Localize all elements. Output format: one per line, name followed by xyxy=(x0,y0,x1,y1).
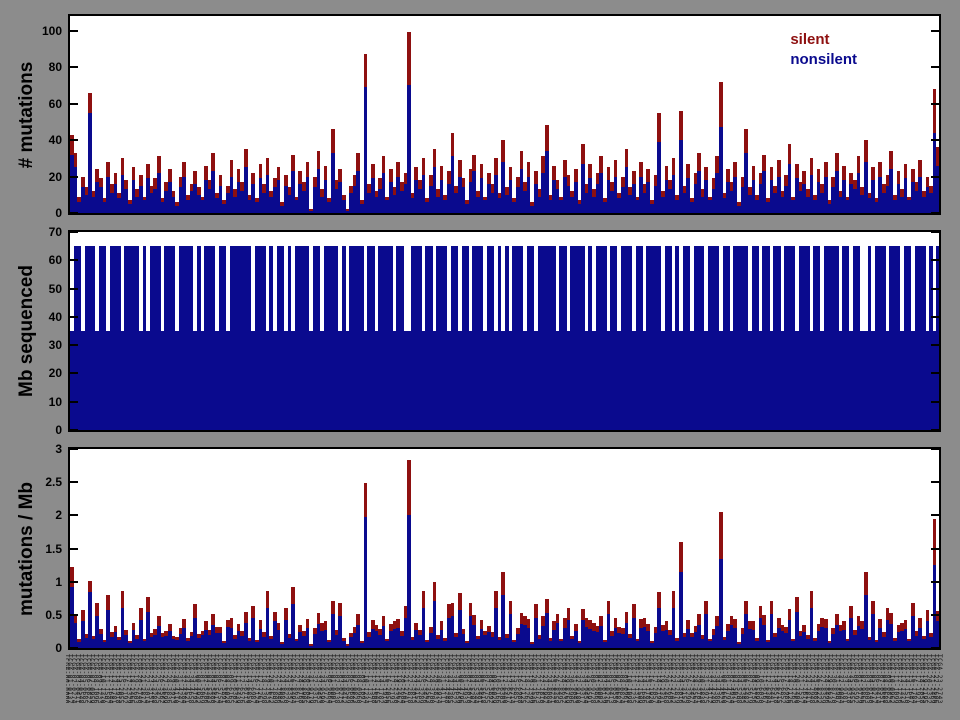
tick-mark xyxy=(931,581,939,583)
y-axis-label-mb-sequenced: Mb sequenced xyxy=(16,265,38,397)
tick-mark xyxy=(70,481,78,483)
tick-mark xyxy=(70,231,78,233)
tick-mark xyxy=(70,401,78,403)
segment-silent xyxy=(936,611,939,621)
tick-mark xyxy=(931,401,939,403)
bars-mb-sequenced xyxy=(70,232,939,430)
tick-mark xyxy=(70,259,78,261)
tick-label: 70 xyxy=(49,225,62,239)
segment-nonsilent xyxy=(936,166,939,213)
tick-label: 2 xyxy=(55,508,62,522)
panel-mb-sequenced: 010203040506070 xyxy=(68,230,941,432)
tick-label: 20 xyxy=(49,170,62,184)
tick-mark xyxy=(931,176,939,178)
tick-mark xyxy=(70,448,78,450)
tick-label: 60 xyxy=(49,253,62,267)
tick-mark xyxy=(70,581,78,583)
tick-label: 2.5 xyxy=(45,475,62,489)
tick-label: 100 xyxy=(42,24,62,38)
bars-mutation-rate xyxy=(70,449,939,648)
tick-label: 1 xyxy=(55,575,62,589)
tick-mark xyxy=(70,647,78,649)
x-axis-sample-labels: TCGA-00-0000TCGA-01-0137TCGA-02-0274TCGA… xyxy=(66,653,943,720)
tick-label: 3 xyxy=(55,442,62,456)
panel-mutation-rate: 00.511.522.53 xyxy=(68,447,941,650)
figure-background: # mutations Mb sequenced mutations / Mb … xyxy=(0,0,960,720)
tick-label: 0 xyxy=(55,206,62,220)
tick-mark xyxy=(70,372,78,374)
tick-mark xyxy=(931,139,939,141)
tick-mark xyxy=(931,66,939,68)
tick-mark xyxy=(931,548,939,550)
segment-silent xyxy=(936,147,939,165)
tick-label: 40 xyxy=(49,133,62,147)
segment-nonsilent xyxy=(936,621,939,648)
tick-label: 40 xyxy=(49,310,62,324)
tick-mark xyxy=(70,103,78,105)
tick-mark xyxy=(931,514,939,516)
tick-mark xyxy=(931,448,939,450)
tick-mark xyxy=(70,548,78,550)
x-tick-label: TCGA-23-2743 xyxy=(936,654,943,704)
tick-mark xyxy=(70,316,78,318)
tick-label: 0 xyxy=(55,641,62,655)
tick-mark xyxy=(70,429,78,431)
legend-item-silent: silent xyxy=(790,30,857,50)
tick-mark xyxy=(931,372,939,374)
tick-mark xyxy=(70,176,78,178)
y-axis-label-mutation-rate: mutations / Mb xyxy=(16,482,38,616)
tick-label: 50 xyxy=(49,282,62,296)
tick-label: 30 xyxy=(49,338,62,352)
tick-label: 0 xyxy=(55,423,62,437)
tick-label: 10 xyxy=(49,395,62,409)
tick-mark xyxy=(931,316,939,318)
tick-mark xyxy=(931,429,939,431)
tick-mark xyxy=(931,288,939,290)
tick-mark xyxy=(70,212,78,214)
tick-mark xyxy=(70,66,78,68)
tick-mark xyxy=(931,30,939,32)
tick-label: 1.5 xyxy=(45,542,62,556)
legend-item-nonsilent: nonsilent xyxy=(790,50,857,70)
legend: silent nonsilent xyxy=(790,30,857,70)
tick-label: 60 xyxy=(49,97,62,111)
bar-sample-239 xyxy=(936,16,939,213)
tick-mark xyxy=(70,30,78,32)
tick-mark xyxy=(931,481,939,483)
tick-mark xyxy=(931,103,939,105)
tick-mark xyxy=(70,614,78,616)
tick-mark xyxy=(70,139,78,141)
tick-mark xyxy=(931,647,939,649)
tick-mark xyxy=(70,514,78,516)
tick-mark xyxy=(70,344,78,346)
tick-mark xyxy=(70,288,78,290)
tick-mark xyxy=(931,614,939,616)
y-axis-label-mutations: # mutations xyxy=(16,62,38,169)
tick-label: 20 xyxy=(49,366,62,380)
tick-mark xyxy=(931,212,939,214)
tick-mark xyxy=(931,344,939,346)
tick-label: 0.5 xyxy=(45,608,62,622)
tick-mark xyxy=(931,259,939,261)
tick-mark xyxy=(931,231,939,233)
panel-mutations: silent nonsilent 020406080100 xyxy=(68,14,941,215)
tick-label: 80 xyxy=(49,60,62,74)
